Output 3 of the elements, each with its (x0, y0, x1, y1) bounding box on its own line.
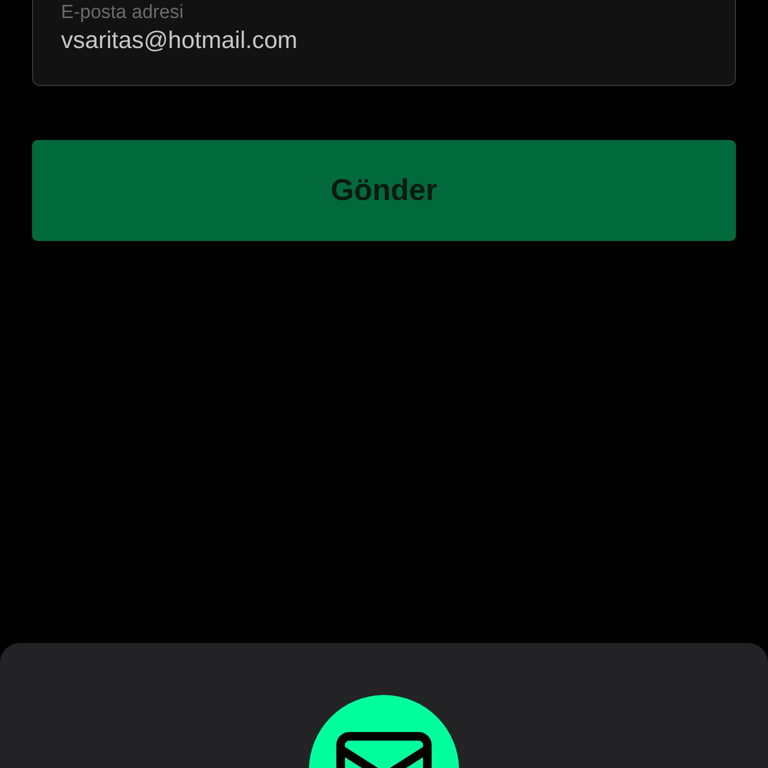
field-label: E-posta adresi (61, 1, 185, 25)
email-field[interactable]: E-posta adresi vsaritas@hotmail.com (32, 0, 736, 86)
field-value: vsaritas@hotmail.com (61, 26, 298, 56)
